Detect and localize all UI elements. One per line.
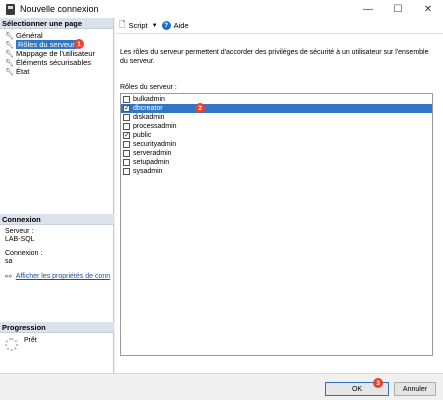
sidebar-item-label: Général — [16, 31, 43, 40]
role-name: setupadmin — [133, 159, 170, 166]
maximize-button[interactable]: ☐ — [383, 0, 413, 18]
role-row-bulkadmin[interactable]: bulkadmin — [121, 95, 432, 104]
sidebar-item-label: Éléments sécurisables — [16, 58, 92, 67]
role-row-serveradmin[interactable]: serveradmin — [121, 149, 432, 158]
server-roles-label: Rôles du serveur : — [120, 84, 177, 91]
role-checkbox[interactable] — [123, 141, 130, 148]
server-label: Serveur : — [5, 228, 34, 235]
sidebar-item-label: État — [16, 67, 30, 76]
connection-properties-icon: ⚯ — [5, 272, 12, 281]
progress-spinner-icon — [5, 338, 18, 351]
step-badge-1: 1 — [74, 39, 84, 49]
cancel-button[interactable]: Annuler — [394, 382, 436, 396]
ok-button-label: OK — [351, 385, 363, 393]
role-row-sysadmin[interactable]: sysadmin — [121, 167, 432, 176]
help-icon[interactable]: ? — [161, 21, 171, 30]
page-list: 🔧︎ Général 🔧︎ Rôles du serveur 1 🔧︎ Mapp… — [0, 29, 113, 76]
toolbar: 🗋︎ Script ▼ ? Aide — [115, 18, 443, 34]
progress-section: Progression Prêt — [0, 322, 114, 351]
role-name: public — [133, 132, 152, 139]
sidebar-item-user-mapping[interactable]: 🔧︎ Mappage de l'utilisateur — [0, 49, 113, 58]
role-row-setupadmin[interactable]: setupadmin — [121, 158, 432, 167]
script-icon[interactable]: 🗋︎ — [119, 19, 125, 33]
wrench-icon: 🔧︎ — [5, 59, 14, 67]
minimize-button[interactable]: — — [353, 0, 383, 18]
role-row-dbcreator[interactable]: dbcreator 2 — [121, 103, 432, 113]
role-checkbox[interactable] — [123, 104, 130, 112]
window-title: Nouvelle connexion — [20, 4, 99, 14]
role-name: serveradmin — [133, 150, 172, 157]
connection-info: Serveur : LAB-SQL Connexion : sa — [0, 225, 114, 266]
script-dropdown-icon[interactable]: ▼ — [152, 23, 158, 29]
sidebar-item-label: Rôles du serveur — [16, 40, 77, 49]
title-bar: Nouvelle connexion — ☐ ✕ — [0, 0, 443, 18]
cancel-button-label: Annuler — [402, 385, 428, 393]
role-name: bulkadmin — [133, 96, 165, 103]
select-page-header: Sélectionner une page — [0, 18, 113, 29]
role-name: dbcreator — [133, 105, 163, 112]
role-row-processadmin[interactable]: processadmin — [121, 122, 432, 131]
sidebar-item-securables[interactable]: 🔧︎ Éléments sécurisables — [0, 58, 113, 67]
left-panel: Sélectionner une page 🔧︎ Général 🔧︎ Rôle… — [0, 18, 114, 373]
progress-status-row: Prêt — [0, 333, 114, 351]
role-checkbox[interactable] — [123, 159, 130, 166]
wrench-icon: 🔧︎ — [5, 41, 14, 49]
role-name: processadmin — [133, 123, 177, 130]
step-badge-3: 3 — [373, 378, 383, 388]
connection-label: Connexion : — [5, 250, 43, 257]
role-name: diskadmin — [133, 114, 165, 121]
role-checkbox[interactable] — [123, 96, 130, 103]
script-button[interactable]: Script — [128, 21, 147, 30]
role-checkbox[interactable] — [123, 114, 130, 121]
sql-server-app-icon — [6, 3, 15, 15]
progress-status: Prêt — [24, 337, 37, 344]
role-checkbox[interactable] — [123, 123, 130, 130]
dialog-footer: OK 3 Annuler — [0, 373, 443, 400]
role-name: securityadmin — [133, 141, 177, 148]
role-name: sysadmin — [133, 168, 163, 175]
connection-header: Connexion — [0, 214, 114, 225]
wrench-icon: 🔧︎ — [5, 50, 14, 58]
page-description: Les rôles du serveur permettent d'accord… — [120, 49, 429, 65]
window-controls: — ☐ ✕ — [353, 0, 443, 18]
sidebar-item-general[interactable]: 🔧︎ Général — [0, 31, 113, 40]
close-button[interactable]: ✕ — [413, 0, 443, 18]
wrench-icon: 🔧︎ — [5, 32, 14, 40]
role-checkbox[interactable] — [123, 131, 130, 139]
connection-value: sa — [5, 258, 13, 265]
sidebar-item-server-roles[interactable]: 🔧︎ Rôles du serveur 1 — [0, 39, 113, 49]
role-checkbox[interactable] — [123, 150, 130, 157]
role-row-securityadmin[interactable]: securityadmin — [121, 140, 432, 149]
help-button[interactable]: Aide — [174, 21, 189, 30]
sidebar-item-label: Mappage de l'utilisateur — [16, 49, 95, 58]
view-connection-properties[interactable]: ⚯ Afficher les propriétés de conn — [0, 272, 114, 281]
sidebar-item-status[interactable]: 🔧︎ État — [0, 67, 113, 76]
role-row-diskadmin[interactable]: diskadmin — [121, 113, 432, 122]
wrench-icon: 🔧︎ — [5, 68, 14, 76]
connection-section: Connexion Serveur : LAB-SQL Connexion : … — [0, 214, 114, 281]
role-row-public[interactable]: public — [121, 131, 432, 140]
progress-header: Progression — [0, 322, 114, 333]
server-roles-list[interactable]: bulkadmin dbcreator 2 diskadmin processa… — [120, 93, 433, 356]
connection-properties-link[interactable]: Afficher les propriétés de conn — [16, 273, 110, 280]
server-value: LAB-SQL — [5, 236, 35, 243]
main-panel: 🗋︎ Script ▼ ? Aide Les rôles du serveur … — [115, 18, 443, 373]
role-checkbox[interactable] — [123, 168, 130, 175]
step-badge-2: 2 — [195, 103, 205, 113]
